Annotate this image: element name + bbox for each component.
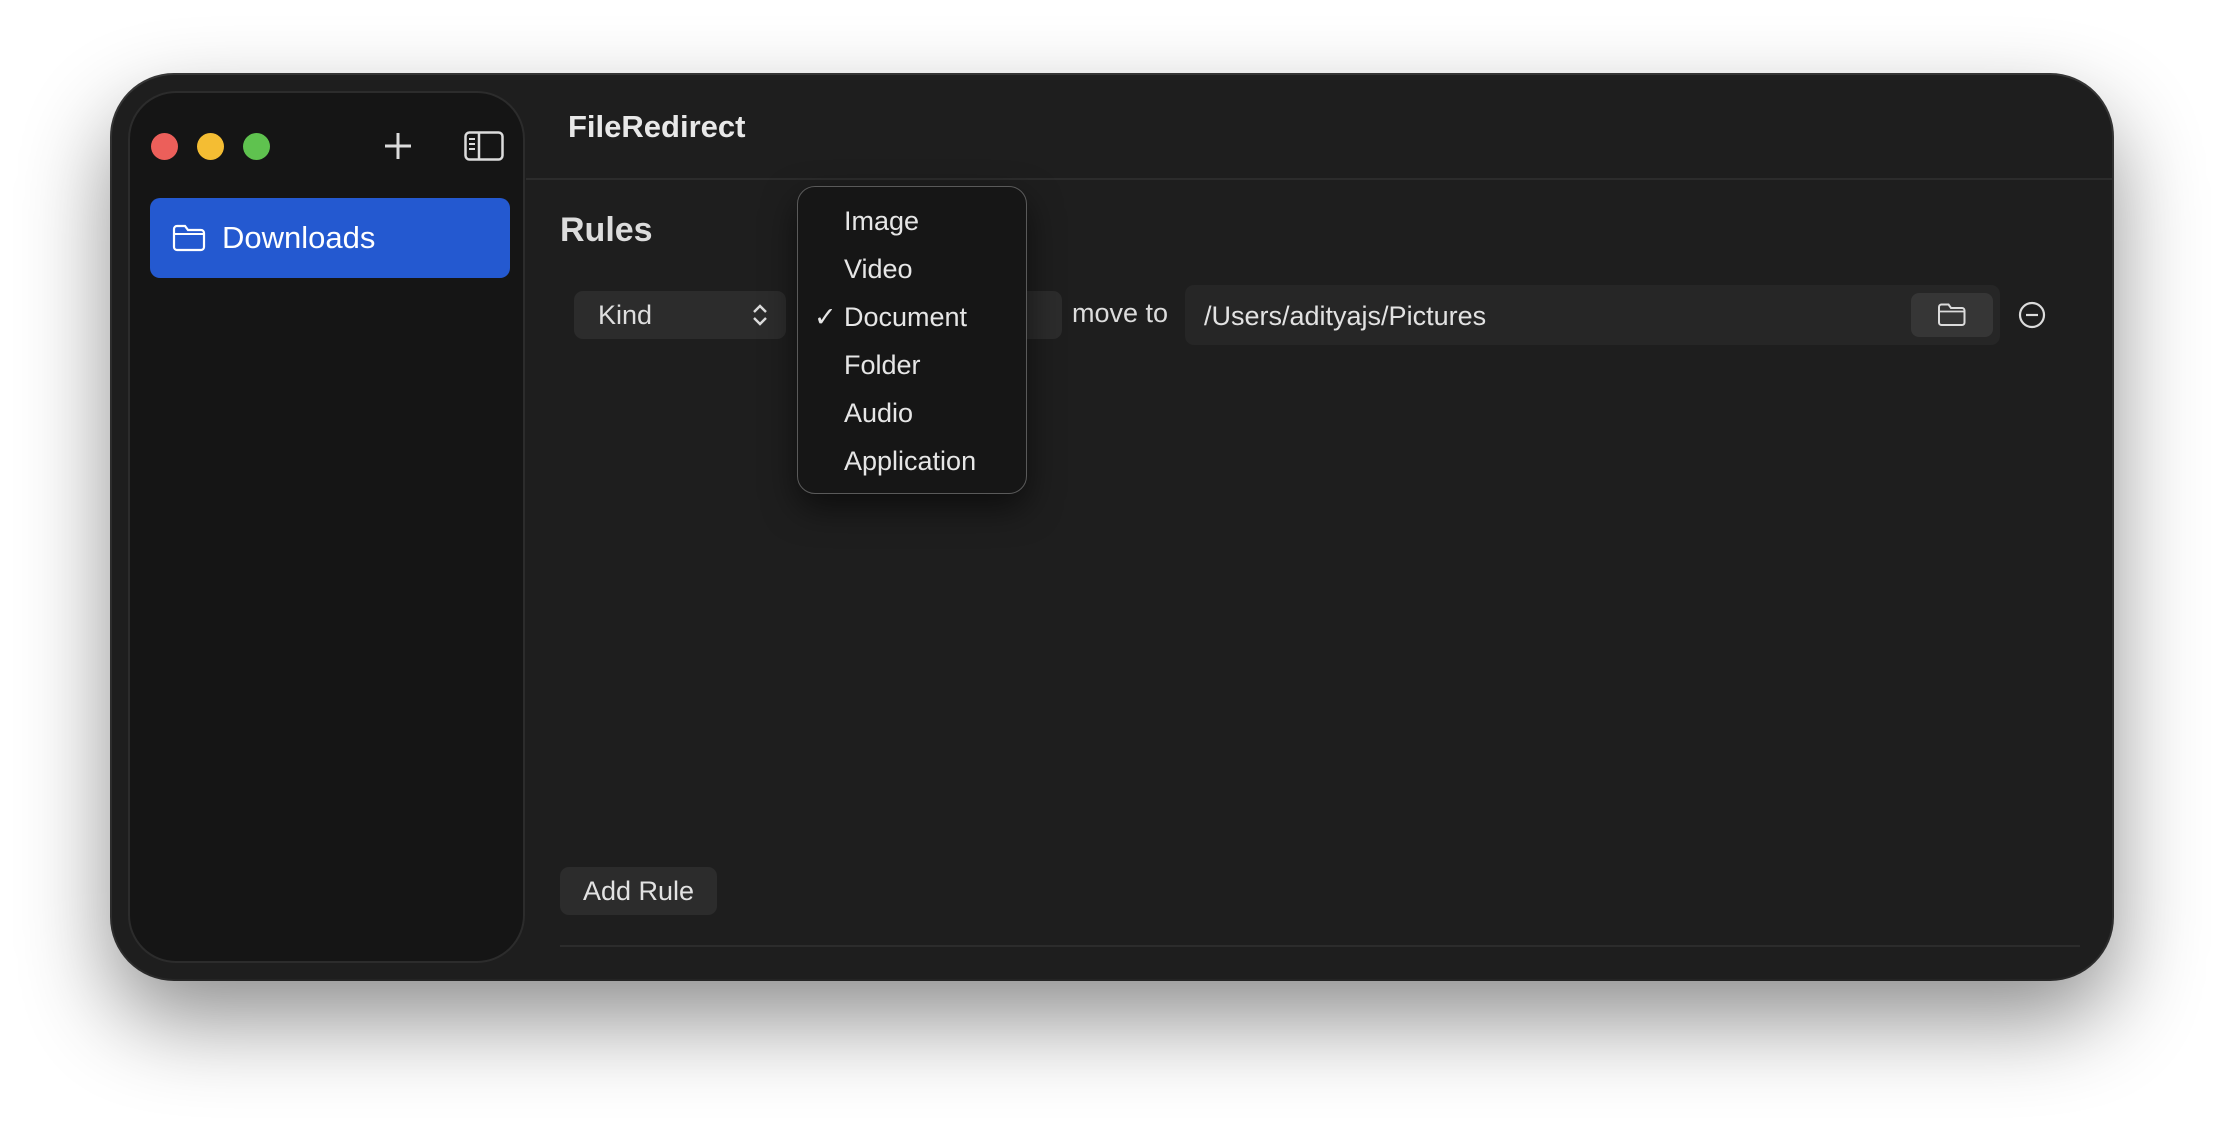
menu-item-label: Application — [844, 446, 977, 476]
plus-icon — [385, 133, 411, 159]
minus-circle-icon — [2018, 301, 2046, 329]
window-title: FileRedirect — [568, 109, 746, 144]
menu-item-image[interactable]: Image — [798, 201, 1026, 241]
zoom-window-button[interactable] — [243, 133, 270, 160]
rules-heading: Rules — [560, 211, 653, 249]
menu-item-application[interactable]: Application — [798, 441, 1026, 481]
remove-rule-button[interactable] — [2017, 300, 2047, 330]
action-label: move to — [1072, 298, 1169, 328]
sidebar-item-downloads[interactable]: Downloads — [150, 198, 510, 278]
checkmark-icon: ✓ — [814, 302, 837, 332]
minimize-window-button[interactable] — [197, 133, 224, 160]
browse-folder-button[interactable] — [1911, 293, 1993, 337]
sidebar-toggle-icon — [464, 131, 504, 161]
sidebar: Downloads — [128, 91, 525, 963]
toggle-sidebar-button[interactable] — [461, 123, 507, 169]
menu-item-folder[interactable]: Folder — [798, 345, 1026, 385]
bottom-divider — [560, 945, 2080, 947]
destination-path-text: /Users/adityajs/Pictures — [1204, 301, 1487, 331]
add-rule-button[interactable]: Add Rule — [560, 867, 717, 915]
folder-icon — [172, 224, 206, 252]
up-down-chevron-icon — [753, 304, 767, 326]
close-window-button[interactable] — [151, 133, 178, 160]
destination-path-field[interactable]: /Users/adityajs/Pictures — [1185, 285, 2000, 345]
menu-item-document[interactable]: ✓ Document — [798, 297, 1026, 337]
app-window: Downloads FileRedirect Rules Kind move t… — [112, 75, 2112, 979]
add-folder-button[interactable] — [375, 123, 421, 169]
folder-icon — [1938, 303, 1966, 326]
sidebar-item-label: Downloads — [222, 220, 376, 255]
menu-item-label: Document — [844, 302, 968, 332]
menu-item-label: Image — [844, 206, 920, 236]
screen: Downloads FileRedirect Rules Kind move t… — [0, 0, 2224, 1128]
titlebar-divider — [526, 178, 2112, 180]
rule-attribute-popup[interactable]: Kind — [574, 291, 786, 339]
menu-item-label: Audio — [844, 398, 914, 428]
menu-item-label: Video — [844, 254, 913, 284]
menu-item-label: Folder — [844, 350, 921, 380]
kind-options-menu: Image Video ✓ Document Folder Audio Appl… — [797, 186, 1027, 494]
menu-item-video[interactable]: Video — [798, 249, 1026, 289]
menu-item-audio[interactable]: Audio — [798, 393, 1026, 433]
rule-attribute-label: Kind — [598, 299, 653, 330]
